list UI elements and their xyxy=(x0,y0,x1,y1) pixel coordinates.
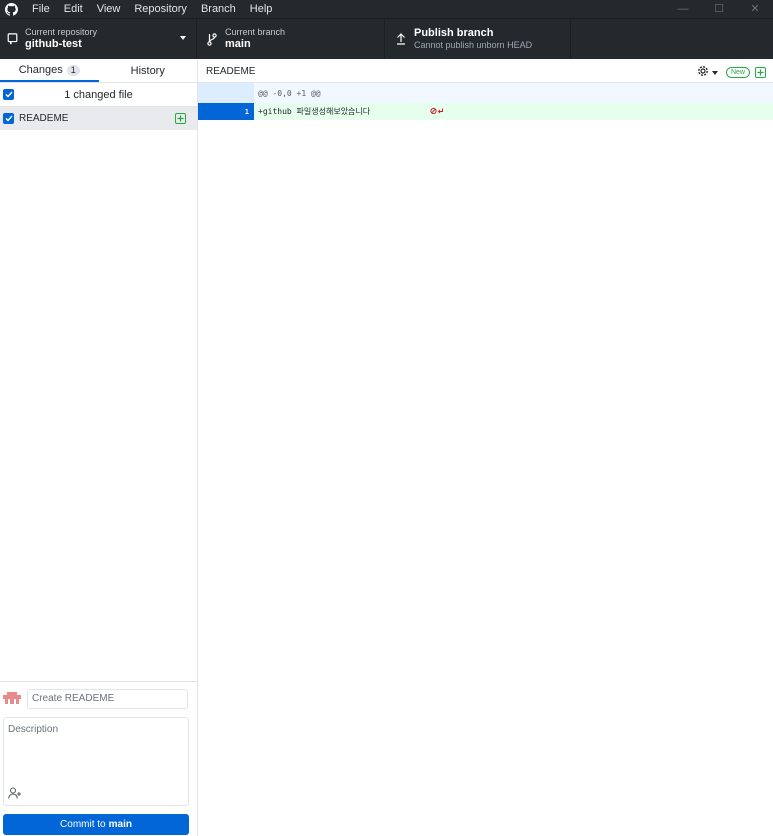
sidebar-tabs: Changes 1 History xyxy=(0,60,197,83)
github-logo-icon xyxy=(2,0,20,18)
old-line-gutter[interactable] xyxy=(198,103,225,120)
changes-header: 1 changed file xyxy=(0,83,197,107)
changed-files-count: 1 changed file xyxy=(64,88,133,101)
new-line-number[interactable]: 1 xyxy=(225,103,254,120)
commit-description-input[interactable]: Description xyxy=(3,717,189,806)
diff-line[interactable]: 1 +github 파일생성해보았습니다 xyxy=(198,103,773,120)
branch-label: Current branch xyxy=(225,27,286,37)
commit-button[interactable]: Commit to main xyxy=(3,814,189,835)
upload-icon xyxy=(394,32,408,46)
file-list-item[interactable]: READEME xyxy=(0,107,197,130)
new-file-badge: New xyxy=(725,67,750,78)
menu-edit[interactable]: Edit xyxy=(64,3,83,15)
diff-file-name: READEME xyxy=(206,65,256,77)
chevron-down-icon xyxy=(180,36,186,40)
close-button[interactable]: ✕ xyxy=(737,0,773,18)
new-line-gutter xyxy=(225,83,254,103)
menu-branch[interactable]: Branch xyxy=(201,3,236,15)
tab-changes-label: Changes xyxy=(18,64,63,76)
menu-bar: File Edit View Repository Branch Help xyxy=(32,3,286,15)
file-added-icon xyxy=(755,67,766,78)
branch-name: main xyxy=(225,38,251,50)
diff-view: READEME New @@ -0,0 +1 @@ 1 +github 파일생성… xyxy=(198,60,773,836)
no-newline-icon xyxy=(372,98,444,126)
file-name: READEME xyxy=(19,113,69,124)
commit-button-label: Commit to xyxy=(60,819,106,830)
repo-icon xyxy=(5,32,19,46)
commit-summary-row: Create READEME xyxy=(3,689,188,709)
maximize-button[interactable]: ☐ xyxy=(701,0,737,18)
hunk-header: @@ -0,0 +1 @@ xyxy=(258,88,321,98)
menu-view[interactable]: View xyxy=(97,3,121,15)
menu-file[interactable]: File xyxy=(32,3,50,15)
title-bar: File Edit View Repository Branch Help — … xyxy=(0,0,773,18)
publish-title: Publish branch xyxy=(414,27,494,39)
select-all-checkbox[interactable] xyxy=(3,89,14,100)
minimize-button[interactable]: — xyxy=(665,0,701,18)
branch-icon xyxy=(205,32,219,46)
sidebar: Changes 1 History 1 changed file READEME xyxy=(0,60,198,836)
old-line-gutter xyxy=(198,83,225,103)
diff-line-text: +github 파일생성해보았습니다 xyxy=(258,107,371,116)
tab-changes[interactable]: Changes 1 xyxy=(0,60,99,82)
tab-history[interactable]: History xyxy=(99,60,198,82)
toolbar: Current repository github-test Current b… xyxy=(0,18,773,59)
window-controls: — ☐ ✕ xyxy=(665,0,773,18)
repository-selector[interactable]: Current repository github-test xyxy=(0,19,197,59)
description-placeholder: Description xyxy=(8,724,59,735)
repo-name: github-test xyxy=(25,38,82,50)
repo-label: Current repository xyxy=(25,27,98,37)
gear-icon[interactable] xyxy=(697,65,709,80)
chevron-down-icon[interactable] xyxy=(711,70,718,75)
diff-tools: New xyxy=(697,65,766,80)
menu-help[interactable]: Help xyxy=(250,3,273,15)
avatar xyxy=(3,690,21,708)
hunk-header-row: @@ -0,0 +1 @@ xyxy=(198,83,773,103)
file-checkbox[interactable] xyxy=(3,113,14,124)
publish-branch-button[interactable]: Publish branch Cannot publish unborn HEA… xyxy=(385,19,571,59)
diff-line-content: +github 파일생성해보았습니다 xyxy=(254,103,444,120)
add-coauthor-icon[interactable] xyxy=(8,787,22,799)
main-area: Changes 1 History 1 changed file READEME xyxy=(0,60,773,836)
publish-subtitle: Cannot publish unborn HEAD xyxy=(414,40,533,50)
diff-lines: @@ -0,0 +1 @@ 1 +github 파일생성해보았습니다 xyxy=(198,83,773,120)
tab-history-label: History xyxy=(130,65,165,77)
diff-header: READEME New xyxy=(198,60,773,83)
menu-repository[interactable]: Repository xyxy=(134,3,187,15)
commit-button-branch: main xyxy=(108,819,132,830)
branch-selector[interactable]: Current branch main xyxy=(197,19,385,59)
commit-summary-input[interactable]: Create READEME xyxy=(27,689,188,709)
file-added-icon xyxy=(175,113,186,124)
commit-area: Create READEME Description Commit to mai… xyxy=(0,681,197,836)
changes-count-badge: 1 xyxy=(66,64,80,76)
